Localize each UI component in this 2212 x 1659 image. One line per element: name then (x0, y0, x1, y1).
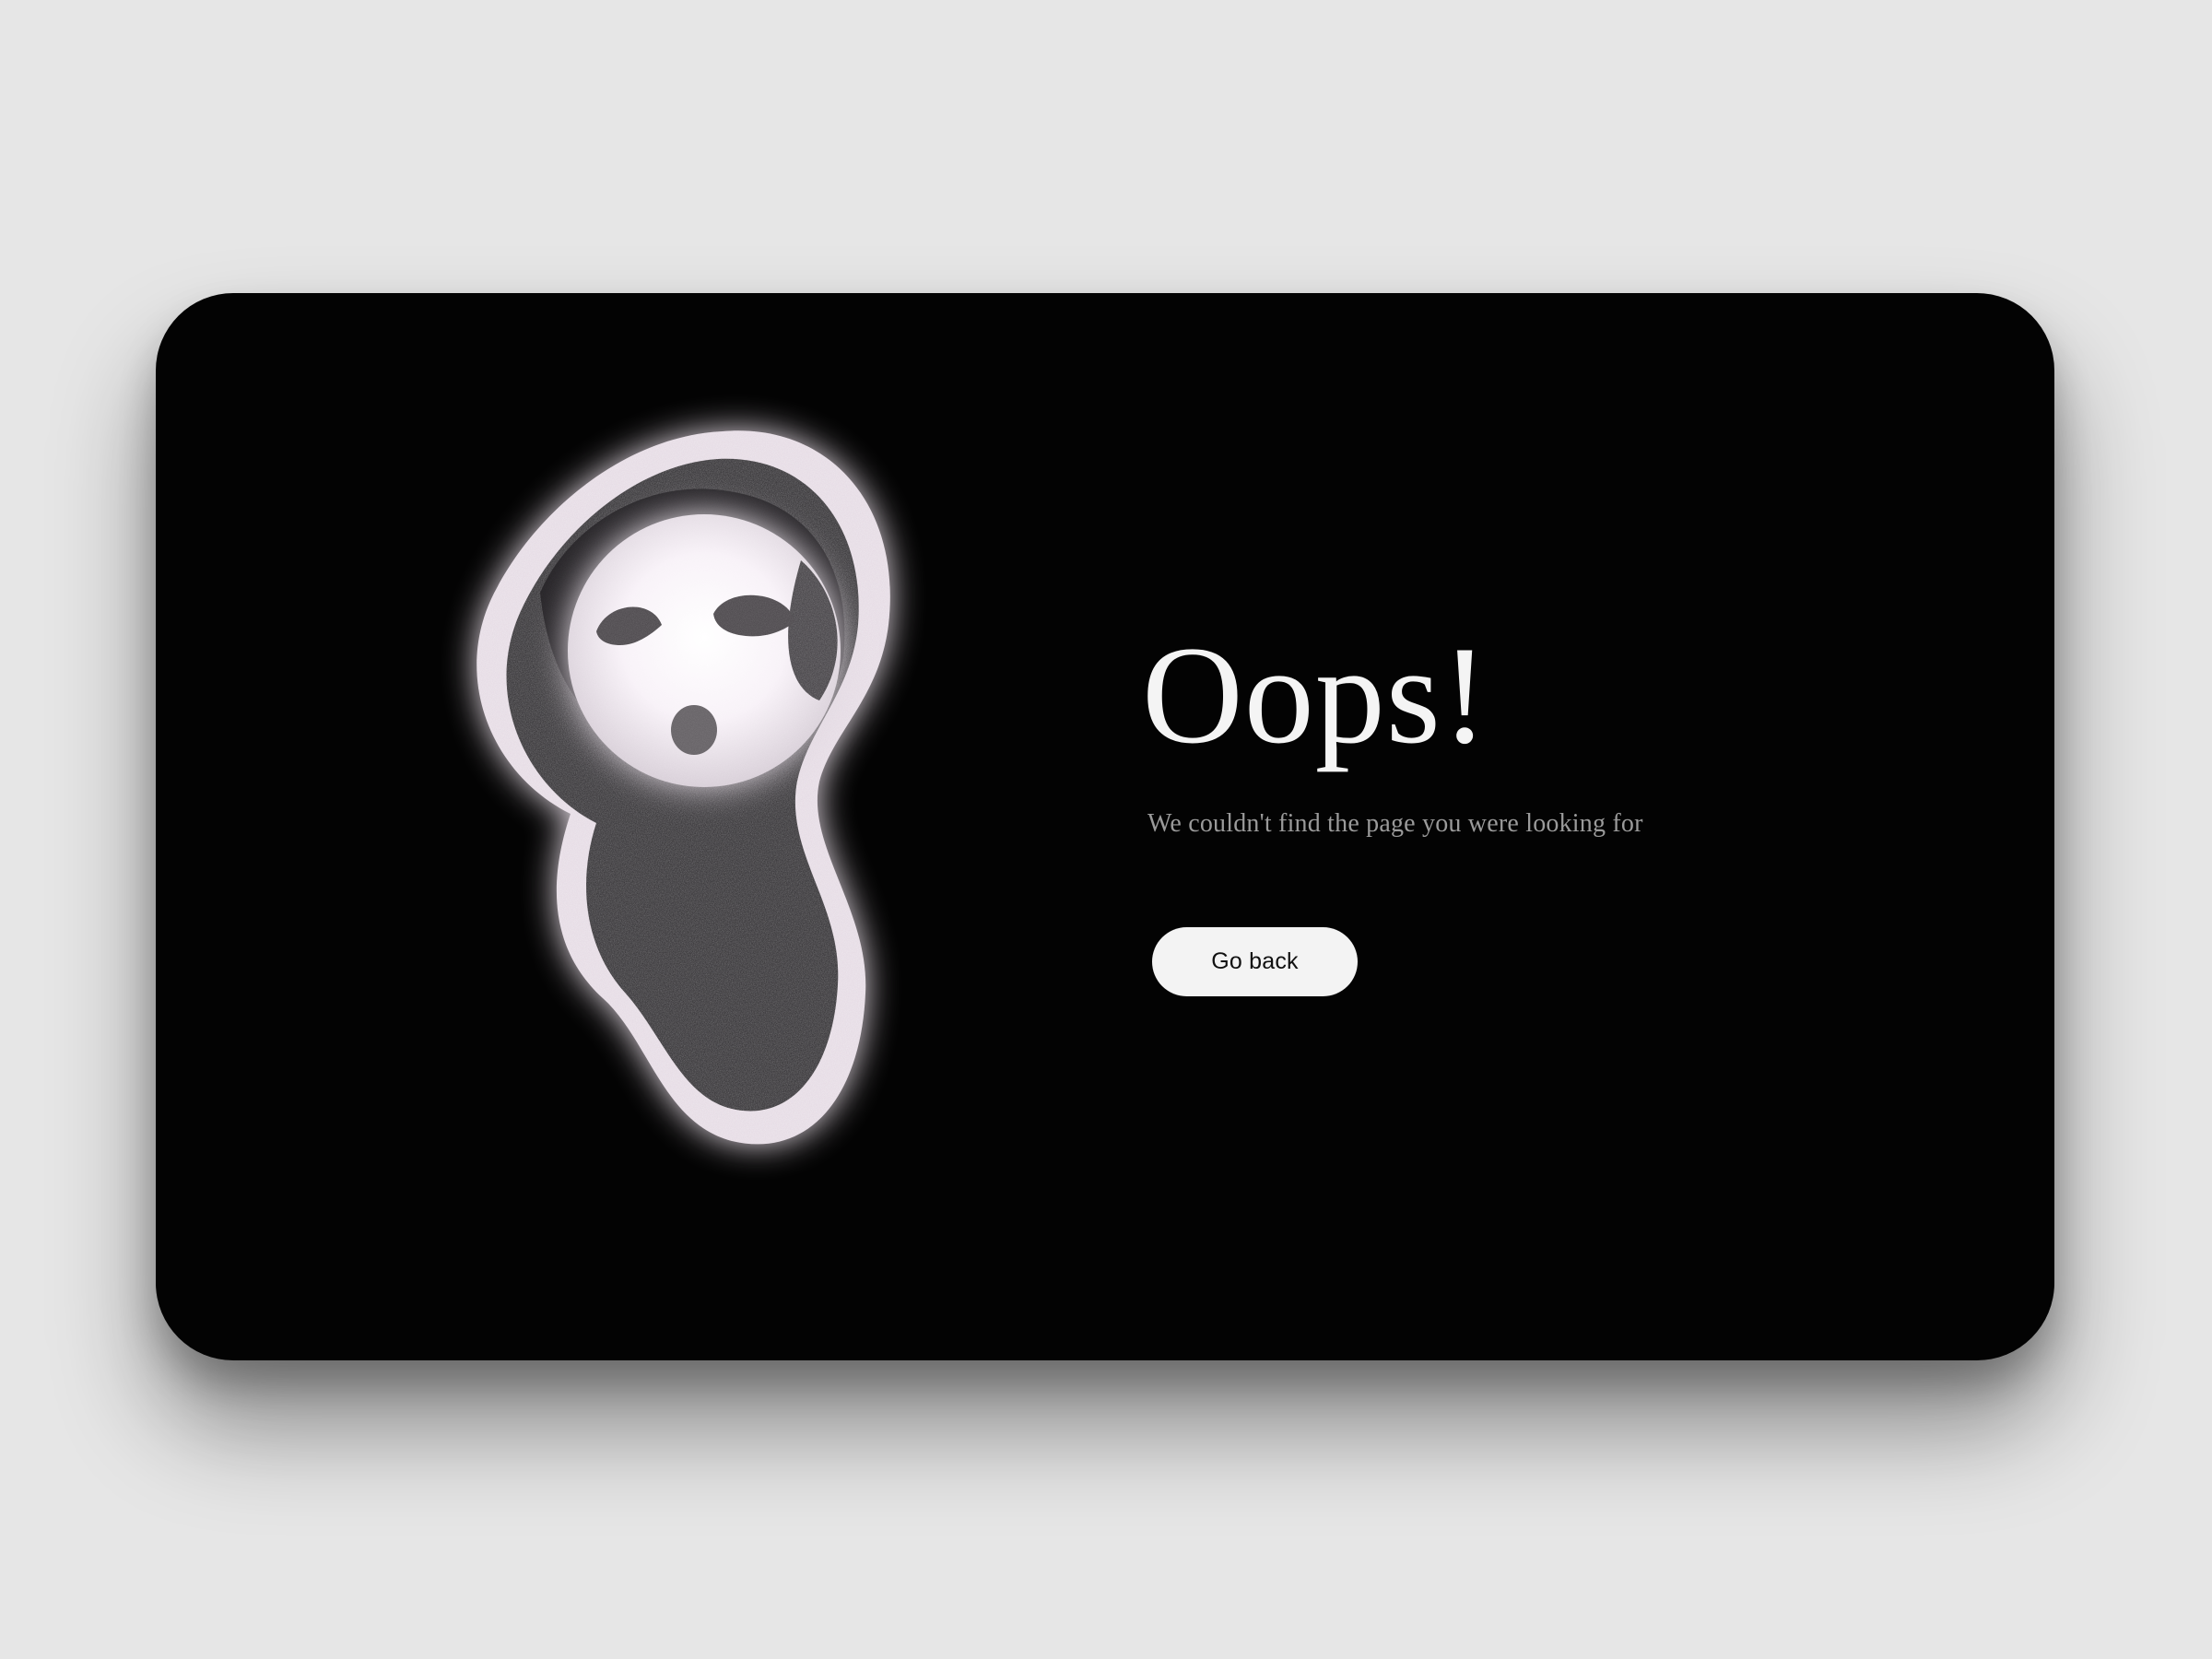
ghost-icon (432, 394, 948, 1261)
ghost-illustration-icon (477, 430, 890, 1145)
go-back-button[interactable]: Go back (1152, 927, 1358, 996)
page-title: Oops! (1142, 618, 1489, 772)
error-card: Oops! We couldn't find the page you were… (156, 293, 2054, 1360)
error-message: We couldn't find the page you were looki… (1147, 809, 1643, 838)
